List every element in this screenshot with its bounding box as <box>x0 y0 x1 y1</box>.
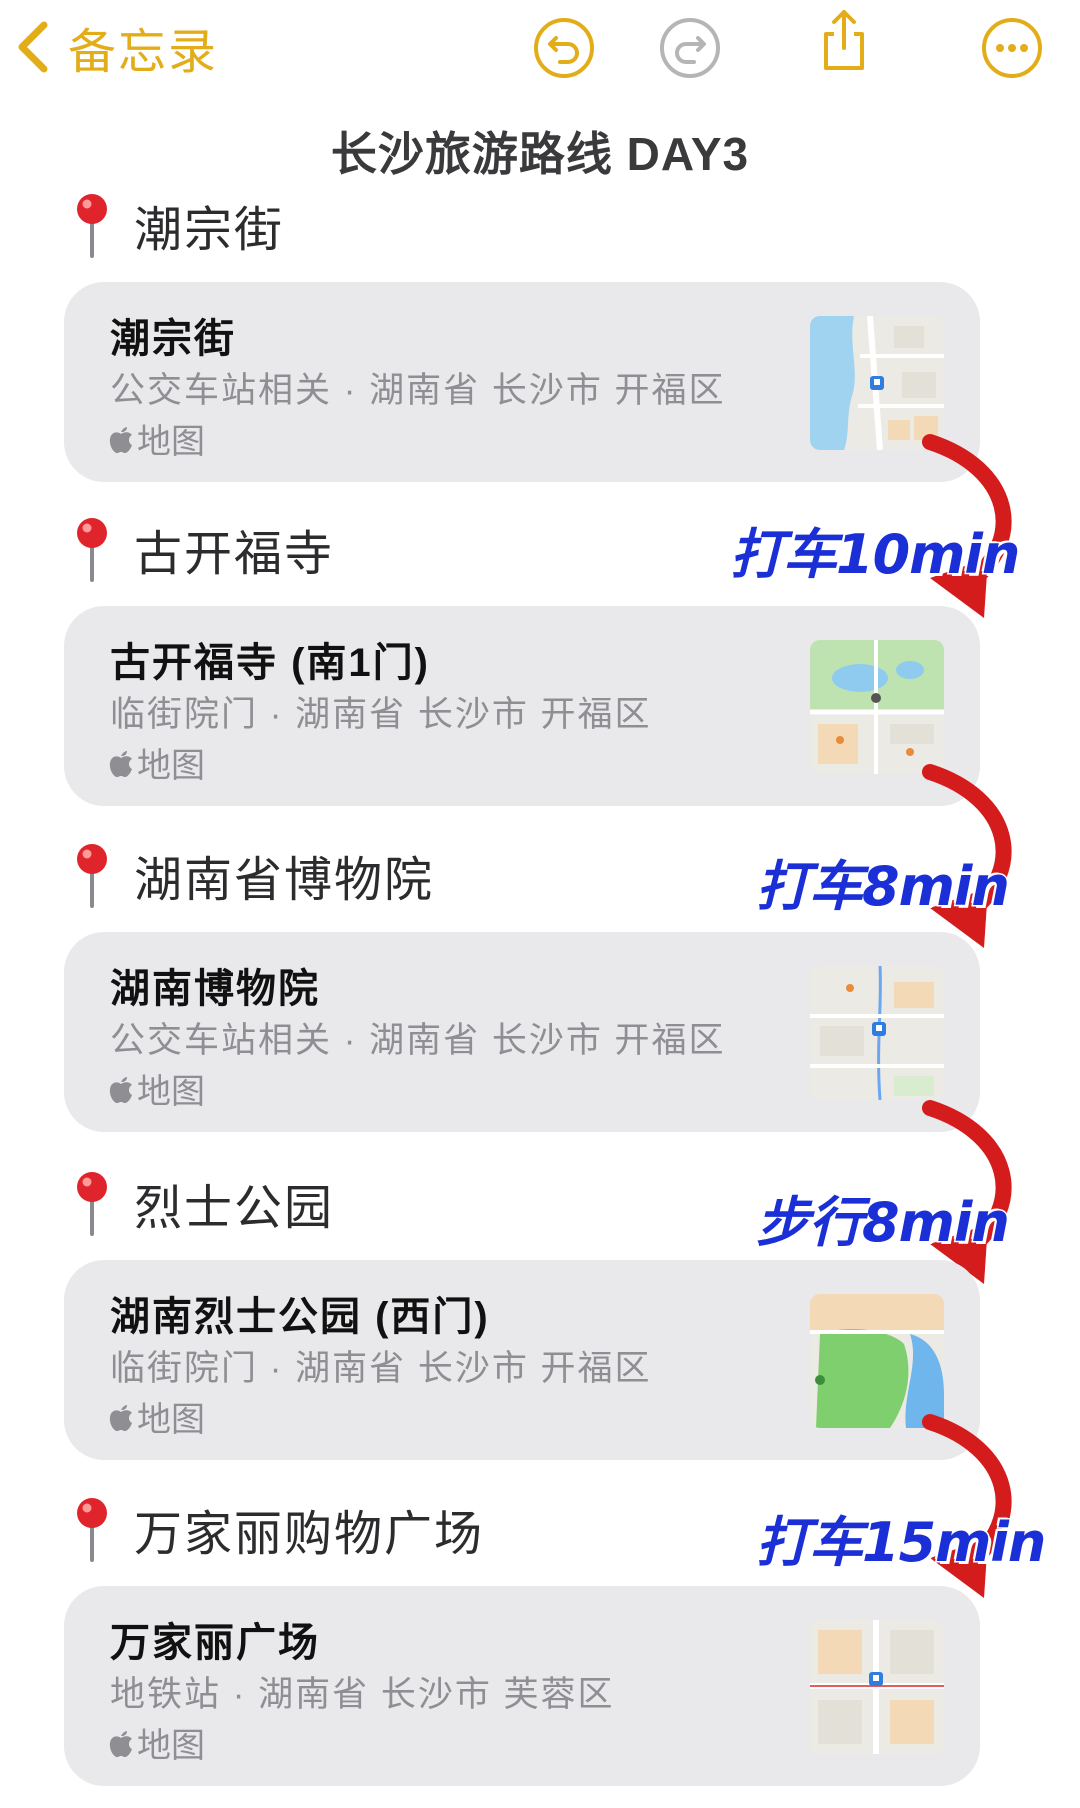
stop-heading: 烈士公园 <box>72 1168 334 1238</box>
apple-maps-source: 地图 <box>108 1718 205 1767</box>
pushpin-icon <box>77 1498 107 1562</box>
apple-logo-icon <box>109 1076 132 1103</box>
map-location-card[interactable]: 湖南博物院 公交车站相关 · 湖南省 长沙市 开福区 地图 <box>64 932 980 1132</box>
travel-time-label: 打车15min <box>754 1510 1047 1576</box>
location-name: 潮宗街 <box>110 317 236 361</box>
apple-maps-label: 地图 <box>137 423 205 461</box>
pushpin-icon <box>77 518 107 582</box>
pushpin-icon <box>77 194 107 258</box>
chevron-left-icon <box>18 21 48 73</box>
apple-logo-icon <box>109 426 132 453</box>
stop-heading: 湖南省博物院 <box>72 840 434 910</box>
notes-screen: 备忘录 长沙旅游路线 DAY3 潮宗街 潮宗街 公交车站相关 · 湖南省 长沙市… <box>0 0 1080 1808</box>
redo-button[interactable] <box>658 16 722 80</box>
stop-heading: 潮宗街 <box>72 190 284 260</box>
location-details: 公交车站相关 · 湖南省 长沙市 开福区 <box>110 371 726 410</box>
apple-maps-source: 地图 <box>108 1392 205 1441</box>
undo-button[interactable] <box>532 16 596 80</box>
travel-time-label: 步行8min <box>755 1190 1012 1256</box>
pushpin-icon <box>77 1172 107 1236</box>
back-button-label: 备忘录 <box>68 26 219 79</box>
navigation-bar: 备忘录 <box>0 0 1080 100</box>
map-location-card[interactable]: 万家丽广场 地铁站 · 湖南省 长沙市 芙蓉区 地图 <box>64 1586 980 1786</box>
stop-heading-text: 潮宗街 <box>134 204 285 257</box>
apple-maps-label: 地图 <box>137 747 205 785</box>
map-thumbnail <box>810 966 944 1100</box>
note-title: 长沙旅游路线 DAY3 <box>330 128 750 180</box>
stop-heading-text: 烈士公园 <box>134 1182 335 1235</box>
undo-icon <box>534 18 594 78</box>
map-thumbnail <box>810 640 944 774</box>
location-details: 地铁站 · 湖南省 长沙市 芙蓉区 <box>110 1675 615 1714</box>
apple-logo-icon <box>109 1730 132 1757</box>
location-name: 湖南烈士公园 (西门) <box>110 1295 490 1339</box>
pushpin-icon <box>77 844 107 908</box>
apple-logo-icon <box>109 750 132 777</box>
share-icon <box>824 10 864 70</box>
map-location-card[interactable]: 潮宗街 公交车站相关 · 湖南省 长沙市 开福区 地图 <box>64 282 980 482</box>
redo-icon <box>660 18 720 78</box>
stop-heading-text: 湖南省博物院 <box>134 854 435 907</box>
stop-heading: 古开福寺 <box>72 514 334 584</box>
apple-logo-icon <box>109 1404 132 1431</box>
more-icon <box>982 18 1042 78</box>
share-button[interactable] <box>812 8 876 72</box>
more-options-button[interactable] <box>980 16 1044 80</box>
stop-heading-text: 古开福寺 <box>134 528 335 581</box>
apple-maps-source: 地图 <box>108 414 205 463</box>
stop-heading: 万家丽购物广场 <box>72 1494 484 1564</box>
stop-heading-text: 万家丽购物广场 <box>134 1508 485 1561</box>
map-location-card[interactable]: 湖南烈士公园 (西门) 临街院门 · 湖南省 长沙市 开福区 地图 <box>64 1260 980 1460</box>
apple-maps-source: 地图 <box>108 1064 205 1113</box>
travel-time-label: 打车8min <box>755 854 1012 920</box>
map-thumbnail <box>810 1620 944 1754</box>
apple-maps-label: 地图 <box>137 1727 205 1765</box>
travel-time-label: 打车10min <box>728 522 1021 588</box>
location-details: 公交车站相关 · 湖南省 长沙市 开福区 <box>110 1021 726 1060</box>
location-details: 临街院门 · 湖南省 长沙市 开福区 <box>110 1349 652 1388</box>
location-details: 临街院门 · 湖南省 长沙市 开福区 <box>110 695 652 734</box>
location-name: 湖南博物院 <box>110 967 320 1011</box>
location-name: 万家丽广场 <box>110 1621 320 1665</box>
apple-maps-source: 地图 <box>108 738 205 787</box>
back-button[interactable]: 备忘录 <box>14 12 218 82</box>
apple-maps-label: 地图 <box>137 1073 205 1111</box>
location-name: 古开福寺 (南1门) <box>110 641 430 685</box>
map-location-card[interactable]: 古开福寺 (南1门) 临街院门 · 湖南省 长沙市 开福区 地图 <box>64 606 980 806</box>
apple-maps-label: 地图 <box>137 1401 205 1439</box>
